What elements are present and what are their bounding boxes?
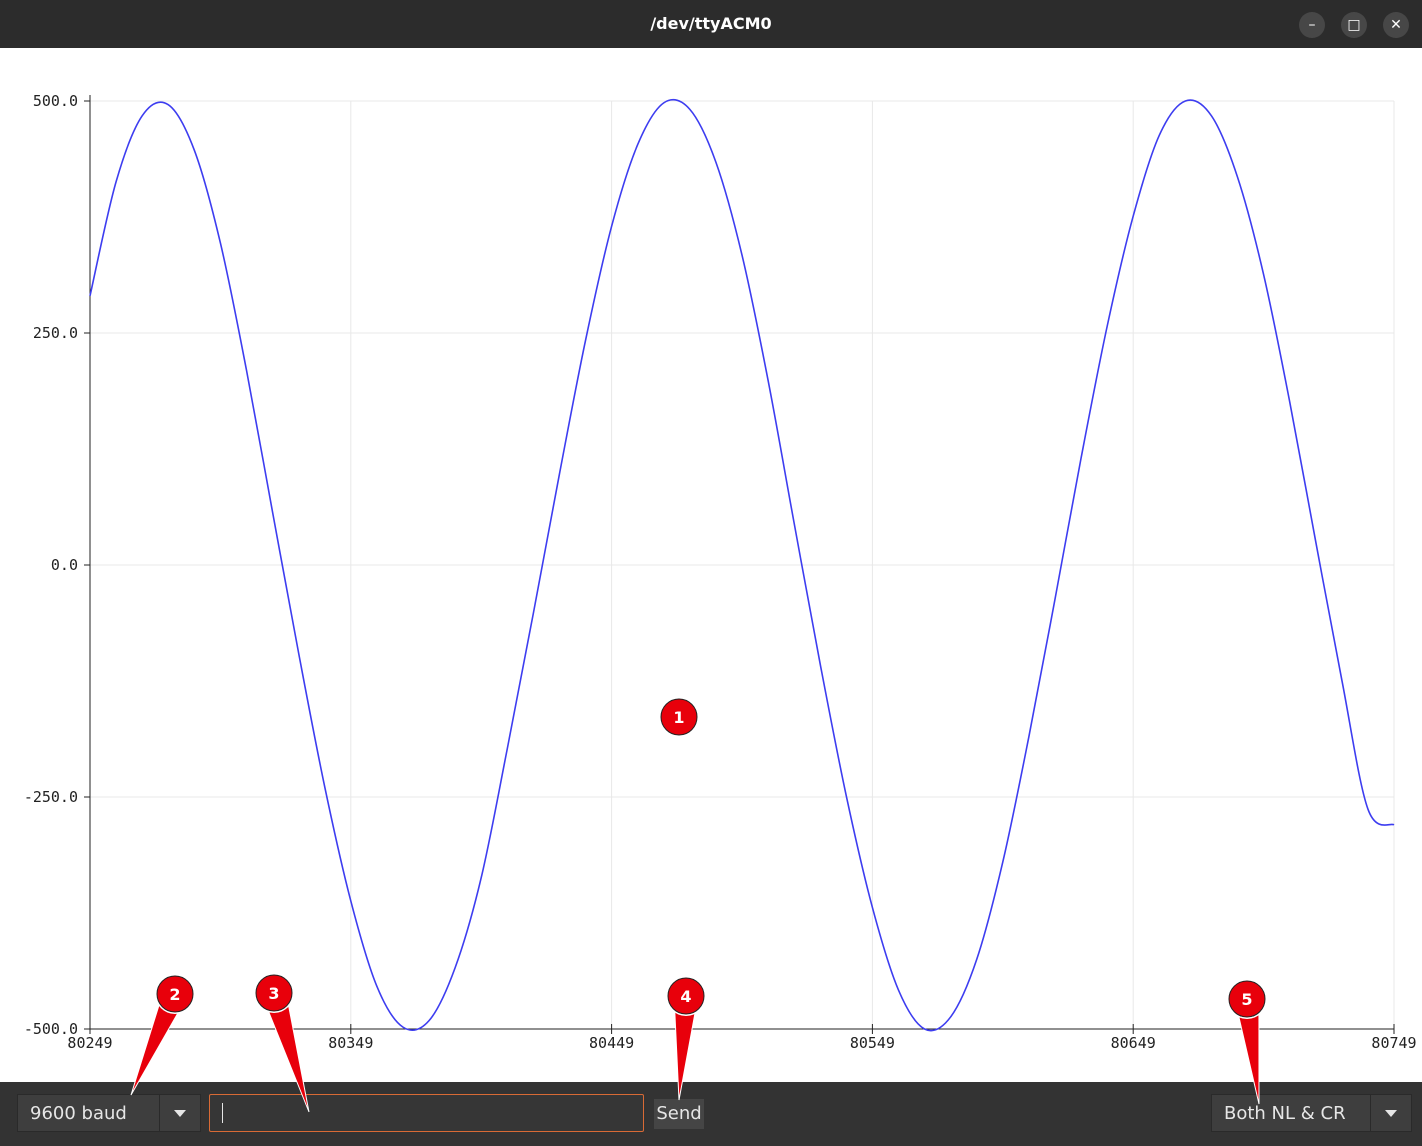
callout-number: 4: [680, 987, 691, 1006]
callout-marker-3: 3: [254, 973, 310, 1113]
callout-overlay: 1 2 3 4 5: [130, 697, 1267, 1113]
callout-marker-1: 1: [659, 697, 699, 737]
callout-marker-2: 2: [130, 974, 195, 1096]
callout-number: 5: [1241, 990, 1252, 1009]
callout-marker-4: 4: [666, 976, 706, 1101]
callout-marker-5: 5: [1227, 979, 1267, 1105]
callout-number: 3: [268, 984, 279, 1003]
callout-number: 2: [169, 985, 180, 1004]
callout-number: 1: [673, 708, 684, 727]
